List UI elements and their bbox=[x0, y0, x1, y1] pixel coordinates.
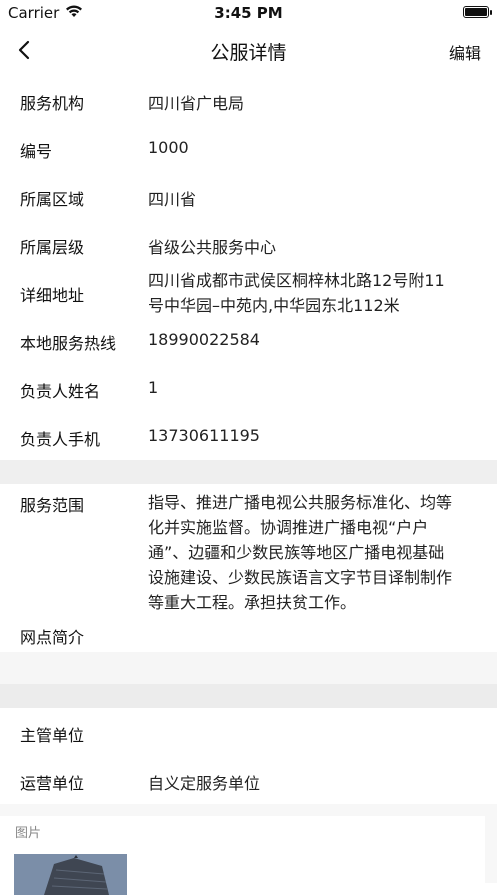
detail-row-operator-unit: 运营单位 自义定服务单位 bbox=[0, 756, 497, 804]
page-title: 公服详情 bbox=[210, 42, 287, 64]
edit-button[interactable]: 编辑 bbox=[449, 40, 481, 64]
detail-value: 18990022584 bbox=[148, 330, 260, 349]
detail-label: 运营单位 bbox=[20, 774, 85, 793]
detail-row-manager-phone: 负责人手机 13730611195 bbox=[0, 412, 497, 460]
detail-row-service-scope: 服务范围 指导、推进广播电视公共服务标准化、均等化并实施监督。协调推进广播电视“… bbox=[0, 484, 497, 616]
detail-label: 所属区域 bbox=[20, 190, 85, 209]
detail-label: 编号 bbox=[20, 142, 53, 161]
detail-value: 自义定服务单位 bbox=[148, 774, 261, 793]
detail-label: 服务机构 bbox=[20, 94, 85, 113]
detail-value: 1000 bbox=[148, 138, 189, 157]
image-card: 图片 bbox=[0, 816, 485, 895]
detail-value: 13730611195 bbox=[148, 426, 260, 445]
detail-label: 本地服务热线 bbox=[20, 334, 117, 353]
image-section-label: 图片 bbox=[15, 826, 42, 841]
battery-icon bbox=[463, 6, 492, 18]
detail-value: 四川省成都市武侯区桐梓林北路12号附11号中华园–中苑内,中华园东北112米 bbox=[148, 271, 445, 315]
building-photo bbox=[14, 854, 127, 895]
detail-label: 服务范围 bbox=[20, 496, 85, 515]
detail-row-manager-name: 负责人姓名 1 bbox=[0, 364, 497, 412]
section-divider bbox=[0, 652, 497, 684]
status-bar: Carrier 3:45 PM bbox=[0, 0, 497, 26]
detail-row-service-org: 服务机构 四川省广电局 bbox=[0, 76, 497, 124]
detail-label: 详细地址 bbox=[20, 286, 85, 305]
detail-value: 指导、推进广播电视公共服务标准化、均等化并实施监督。协调推进广播电视“户户通”、… bbox=[148, 493, 453, 612]
detail-row-supervisor-unit: 主管单位 bbox=[0, 708, 497, 756]
detail-row-number: 编号 1000 bbox=[0, 124, 497, 172]
detail-value: 四川省 bbox=[148, 190, 197, 209]
detail-row-network-intro: 网点简介 bbox=[0, 616, 497, 652]
detail-value: 1 bbox=[148, 378, 159, 397]
section-divider bbox=[0, 684, 497, 708]
detail-label: 主管单位 bbox=[20, 726, 85, 745]
detail-label: 所属层级 bbox=[20, 238, 85, 257]
detail-row-address: 详细地址 四川省成都市武侯区桐梓林北路12号附11号中华园–中苑内,中华园东北1… bbox=[0, 268, 497, 316]
detail-row-region: 所属区域 四川省 bbox=[0, 172, 497, 220]
detail-row-hotline: 本地服务热线 18990022584 bbox=[0, 316, 497, 364]
detail-label: 网点简介 bbox=[20, 628, 85, 647]
clock: 3:45 PM bbox=[214, 4, 283, 22]
detail-label: 负责人姓名 bbox=[20, 382, 101, 401]
image-section: 图片 bbox=[0, 804, 497, 895]
navigation-bar: 公服详情 编辑 bbox=[0, 26, 497, 74]
section-divider bbox=[0, 460, 497, 484]
detail-label: 负责人手机 bbox=[20, 430, 101, 449]
detail-value: 省级公共服务中心 bbox=[148, 238, 277, 257]
detail-row-level: 所属层级 省级公共服务中心 bbox=[0, 220, 497, 268]
photo-thumbnail[interactable] bbox=[14, 854, 127, 895]
detail-value: 四川省广电局 bbox=[148, 94, 245, 113]
